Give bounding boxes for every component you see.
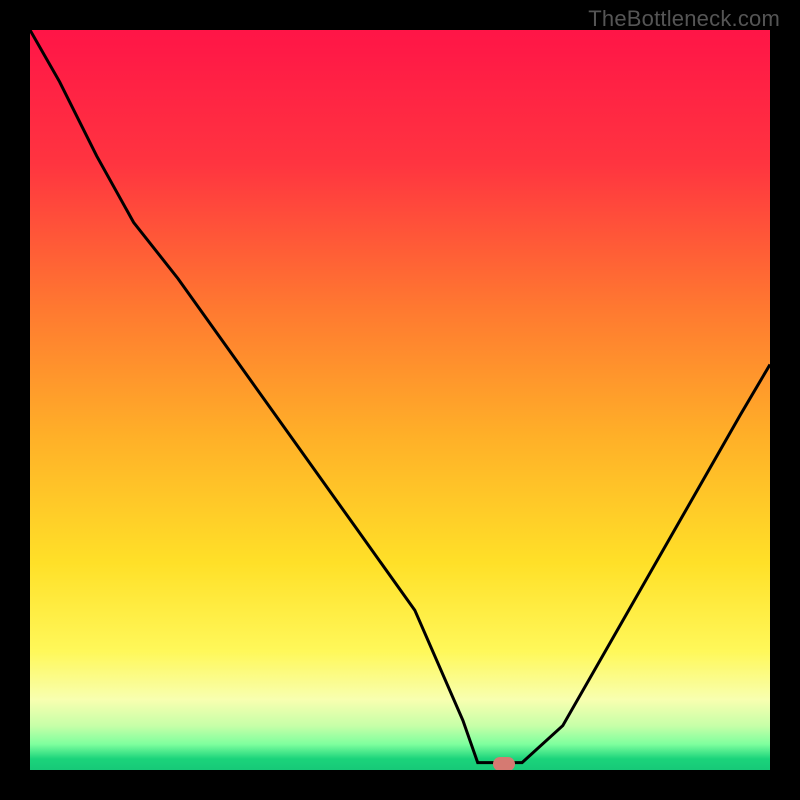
plot-area xyxy=(30,30,770,770)
gradient-fill xyxy=(30,30,770,770)
chart-frame: TheBottleneck.com xyxy=(0,0,800,800)
bottleneck-curve xyxy=(30,30,770,770)
watermark-label: TheBottleneck.com xyxy=(588,6,780,32)
optimum-marker xyxy=(493,757,515,770)
